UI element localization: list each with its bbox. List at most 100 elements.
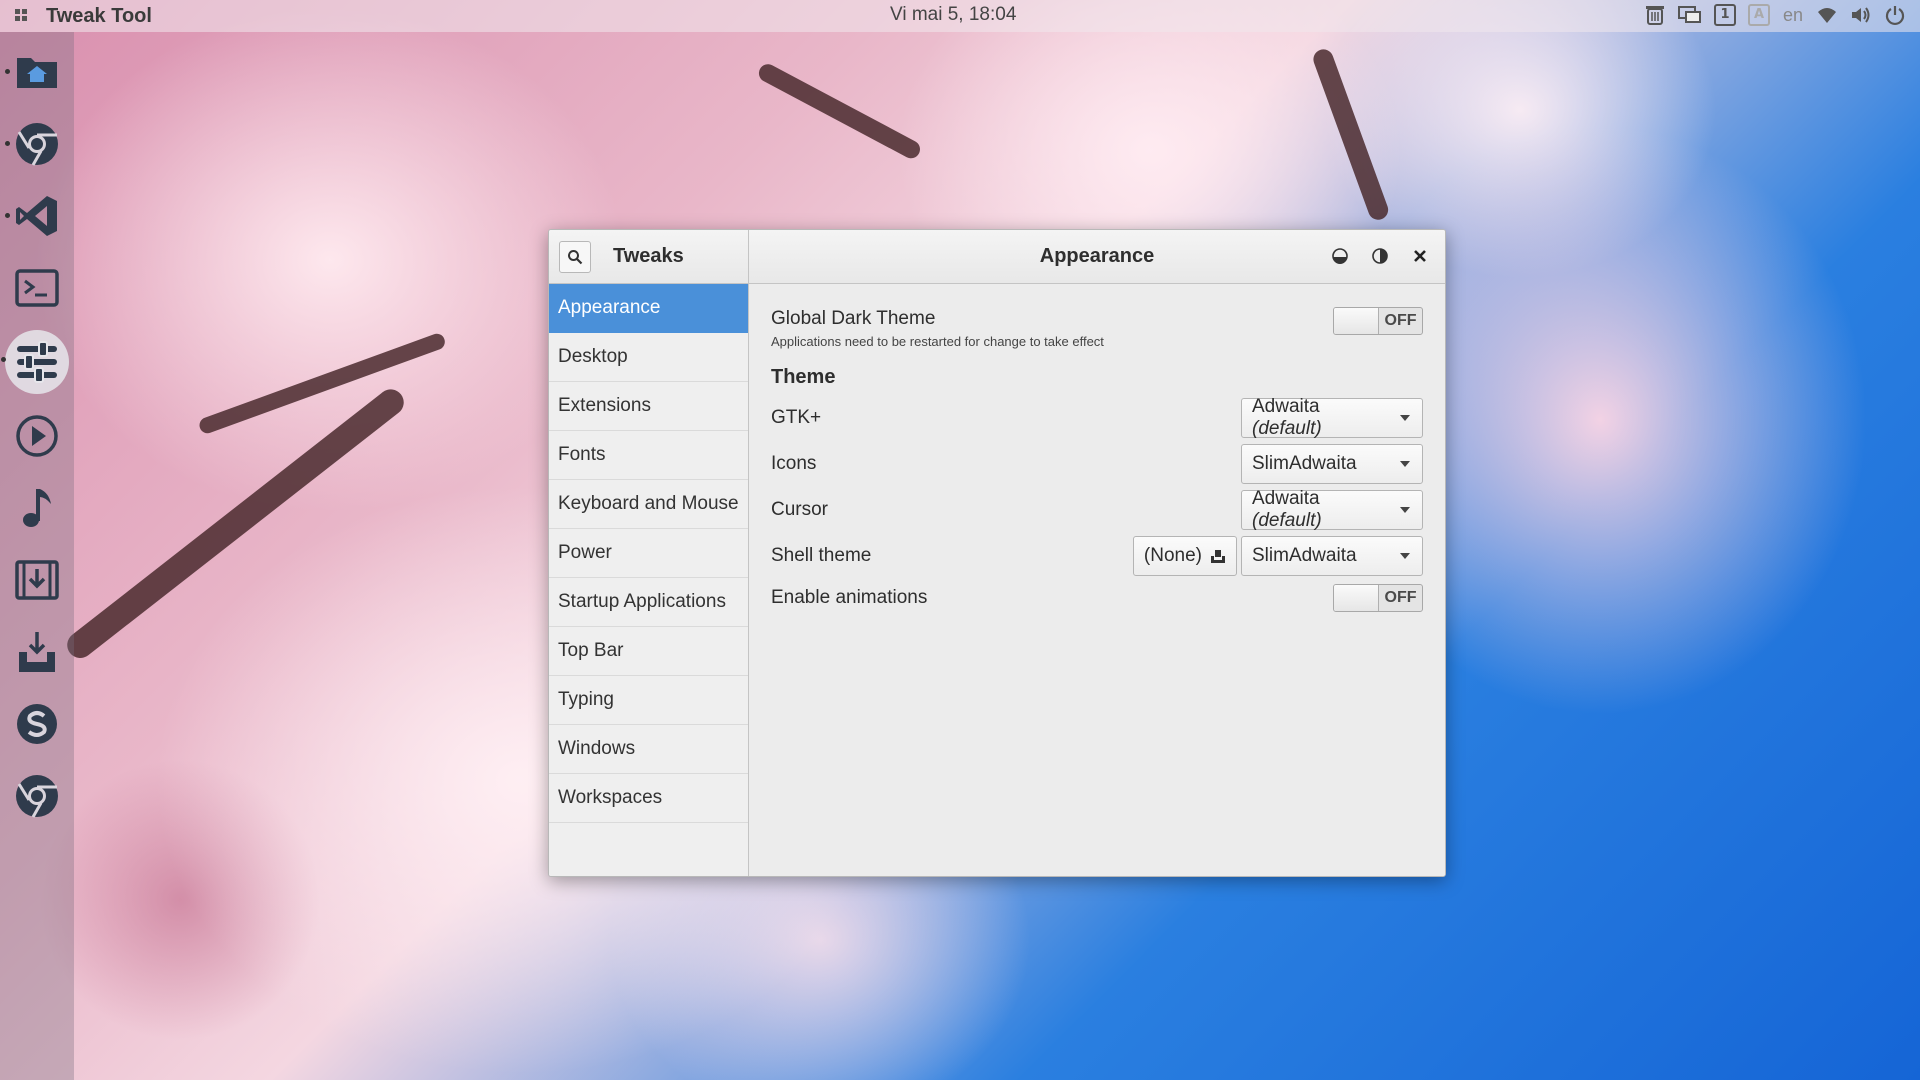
switch-knob [1334,307,1379,334]
icons-theme-dropdown[interactable]: SlimAdwaita [1241,444,1423,484]
system-tray: 1 A en [1644,3,1906,27]
dock-item-vscode[interactable] [5,186,67,246]
sidebar-item-fonts[interactable]: Fonts [549,431,748,480]
maximize-button[interactable] [1369,245,1391,267]
home-folder-icon [17,58,57,88]
dock-item-install-app[interactable] [7,622,67,682]
activities-icon[interactable] [4,7,38,26]
screens-icon[interactable] [1678,3,1702,27]
dock [0,32,74,1080]
dock-item-chromium[interactable] [7,766,67,826]
header-bar: Tweaks Appearance [549,230,1445,284]
app-menu-title[interactable]: Tweak Tool [46,5,152,28]
chromium-icon [16,775,58,818]
volume-icon[interactable] [1850,3,1872,27]
close-icon [1414,250,1426,262]
trash-icon[interactable] [1644,3,1666,27]
skype-icon [17,704,57,744]
sidebar-item-keyboard-and-mouse[interactable]: Keyboard and Mouse [549,480,748,529]
play-icon [16,415,58,457]
minimize-icon [1332,248,1348,264]
wallpaper-branch [197,331,448,436]
dark-theme-text: Global Dark Theme Applications need to b… [771,308,1104,349]
gtk-theme-label: GTK+ [771,407,822,428]
sidebar-item-appearance[interactable]: Appearance [549,284,748,333]
vscode-icon [16,196,57,236]
shell-theme-file-value: (None) [1143,545,1202,566]
window-content: Appearance Desktop Extensions Fonts Keyb… [549,284,1445,876]
content-header: Appearance [749,230,1445,283]
install-icon [19,632,55,672]
animations-switch[interactable]: OFF [1333,584,1423,612]
dropdown-arrow-icon [1400,507,1410,513]
running-indicator [5,69,10,74]
cursor-theme-row: Cursor Adwaita (default) [771,488,1423,531]
dark-theme-note: Applications need to be restarted for ch… [771,334,1104,349]
theme-section-header: Theme [771,366,836,388]
input-method-indicator[interactable]: A [1748,4,1770,26]
animations-label: Enable animations [771,587,928,608]
open-file-icon [1211,550,1225,563]
close-button[interactable] [1409,245,1431,267]
wallpaper-branch [61,384,409,664]
download-film-icon [15,560,59,600]
switch-knob [1334,585,1379,611]
dock-item-terminal[interactable] [7,258,67,318]
music-note-icon [23,489,51,527]
shell-theme-value: SlimAdwaita [1252,545,1357,566]
running-indicator [5,141,10,146]
sidebar-item-startup-applications[interactable]: Startup Applications [549,578,748,627]
window-controls [1329,245,1431,267]
switch-state: OFF [1384,311,1417,329]
dark-theme-row: Global Dark Theme Applications need to b… [771,306,1423,349]
animations-row: Enable animations OFF [771,584,1423,612]
minimize-button[interactable] [1329,245,1351,267]
tweak-tool-icon [17,341,57,383]
chrome-icon [16,123,58,166]
dock-item-music-player[interactable] [7,478,67,538]
dock-item-downloader[interactable] [7,550,67,610]
cursor-theme-label: Cursor [771,499,829,520]
gtk-theme-value: Adwaita (default) [1252,396,1322,439]
appearance-panel: Global Dark Theme Applications need to b… [749,284,1445,876]
terminal-icon [15,269,59,307]
icons-theme-label: Icons [771,453,817,474]
dock-item-video-player[interactable] [7,406,67,466]
search-button[interactable] [559,240,591,273]
sidebar-header: Tweaks [549,230,749,283]
sidebar-item-windows[interactable]: Windows [549,725,748,774]
sidebar-item-workspaces[interactable]: Workspaces [549,774,748,823]
keyboard-layout[interactable]: en [1782,3,1804,27]
sidebar-item-top-bar[interactable]: Top Bar [549,627,748,676]
shell-theme-dropdown[interactable]: SlimAdwaita [1241,536,1423,576]
sidebar-item-extensions[interactable]: Extensions [549,382,748,431]
cursor-theme-dropdown[interactable]: Adwaita (default) [1241,488,1423,531]
icons-theme-row: Icons SlimAdwaita [771,444,1423,484]
search-icon [568,249,583,264]
running-indicator [1,357,6,362]
clock[interactable]: Vi mai 5, 18:04 [890,4,1016,26]
page-title: Appearance [1039,245,1155,267]
dropdown-arrow-icon [1400,461,1410,467]
dropdown-arrow-icon [1400,415,1410,421]
dock-item-skype[interactable] [7,694,67,754]
sidebar-item-desktop[interactable]: Desktop [549,333,748,382]
switch-state: OFF [1384,589,1417,606]
shell-theme-controls: (None) SlimAdwaita [1132,536,1423,576]
sidebar-item-power[interactable]: Power [549,529,748,578]
dock-item-chrome[interactable] [5,114,67,174]
shell-theme-file-button[interactable]: (None) [1132,536,1237,576]
workspace-indicator[interactable]: 1 [1714,4,1736,26]
dark-theme-switch[interactable]: OFF [1333,306,1423,335]
dock-item-tweak-tool[interactable] [1,330,69,394]
gtk-theme-row: GTK+ Adwaita (default) [771,396,1423,439]
wallpaper-branch [755,61,924,162]
dock-item-home-folder[interactable] [5,42,67,102]
sidebar-item-typing[interactable]: Typing [549,676,748,725]
wifi-icon[interactable] [1816,3,1838,27]
icons-theme-value: SlimAdwaita [1252,453,1357,474]
gtk-theme-dropdown[interactable]: Adwaita (default) [1241,396,1423,439]
power-icon[interactable] [1884,3,1906,27]
sidebar: Appearance Desktop Extensions Fonts Keyb… [549,284,749,876]
shell-theme-label: Shell theme [771,545,872,566]
